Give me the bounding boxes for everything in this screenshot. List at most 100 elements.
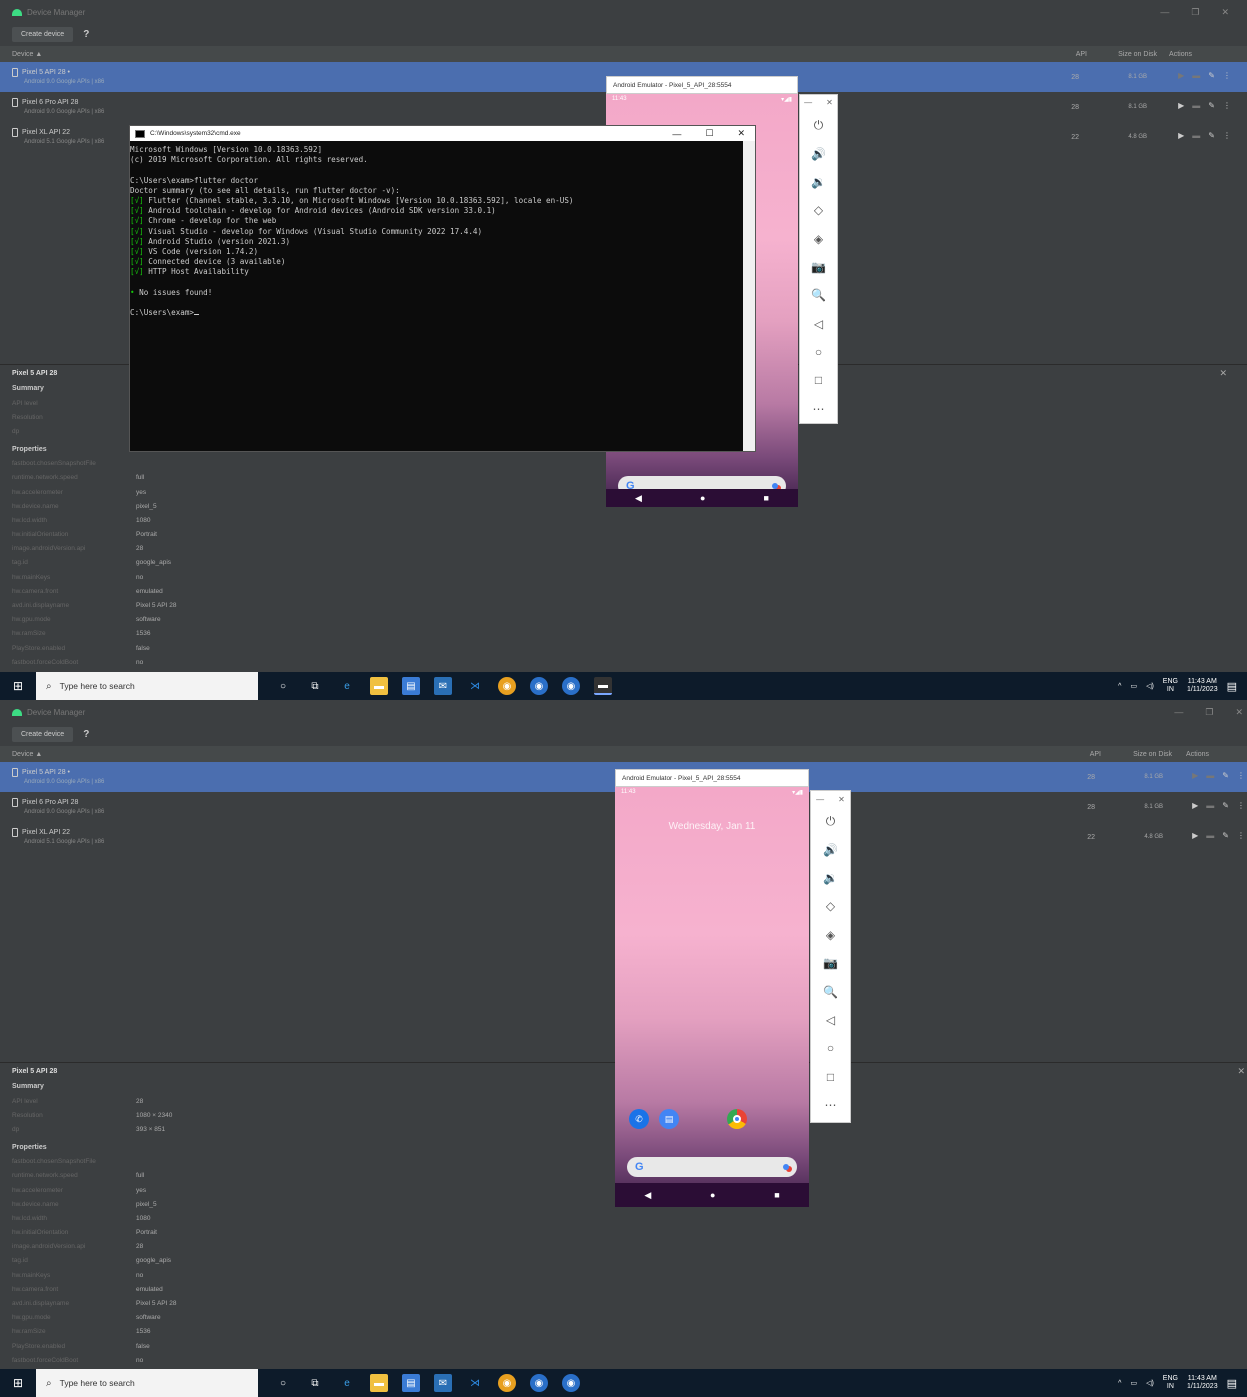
vscode-icon[interactable]: ⋊ xyxy=(466,677,484,695)
home-nav-icon[interactable]: ● xyxy=(700,493,705,503)
file-explorer-icon[interactable]: ▬ xyxy=(370,677,388,695)
camera-icon[interactable]: 📷 xyxy=(823,949,838,977)
more-options-icon[interactable]: ⋯ xyxy=(813,395,825,423)
edge-icon[interactable]: e xyxy=(338,677,356,695)
chrome-icon[interactable]: ◉ xyxy=(498,677,516,695)
cmd-minimize-button[interactable]: — xyxy=(672,129,681,139)
camera-icon[interactable]: 📷 xyxy=(811,253,826,281)
play-icon[interactable]: ▶ xyxy=(1192,771,1198,780)
overview-icon[interactable]: □ xyxy=(815,366,822,394)
more-icon[interactable]: ⋮ xyxy=(1237,771,1245,780)
volume-up-icon[interactable]: 🔊 xyxy=(823,835,838,863)
power-icon[interactable]: ⏻ xyxy=(826,807,836,835)
column-size[interactable]: Size on Disk xyxy=(1133,751,1172,758)
back-nav-icon[interactable]: ◀ xyxy=(635,493,642,504)
create-device-button[interactable]: Create device xyxy=(12,26,74,42)
messages-app-icon[interactable]: ▤ xyxy=(659,1109,679,1129)
edit-icon[interactable]: ✎ xyxy=(1222,831,1229,840)
edit-icon[interactable]: ✎ xyxy=(1222,801,1229,810)
volume-up-icon[interactable]: 🔊 xyxy=(811,139,826,167)
edit-icon[interactable]: ✎ xyxy=(1208,131,1215,140)
play-icon[interactable]: ▶ xyxy=(1178,71,1184,80)
cmd-scrollbar[interactable] xyxy=(743,141,755,451)
cmd-taskbar-icon[interactable]: ▬ xyxy=(594,677,612,695)
folder-icon[interactable]: ▬ xyxy=(1192,131,1200,140)
back-nav-icon[interactable]: ◀ xyxy=(644,1190,651,1201)
more-icon[interactable]: ⋮ xyxy=(1223,71,1231,80)
vscode-icon[interactable]: ⋊ xyxy=(466,1374,484,1392)
overview-icon[interactable]: □ xyxy=(827,1063,834,1091)
app-icon[interactable]: ◉ xyxy=(530,677,548,695)
close-button[interactable]: ✕ xyxy=(1235,707,1243,718)
task-view-icon[interactable]: ⧉ xyxy=(306,677,324,695)
play-icon[interactable]: ▶ xyxy=(1192,801,1198,810)
column-api[interactable]: API xyxy=(1090,751,1101,758)
rotate-right-icon[interactable]: ◈ xyxy=(814,224,823,252)
store-icon[interactable]: ▤ xyxy=(402,1374,420,1392)
zoom-icon[interactable]: 🔍 xyxy=(823,977,838,1005)
rotate-right-icon[interactable]: ◈ xyxy=(826,921,835,949)
volume-down-icon[interactable]: 🔉 xyxy=(823,864,838,892)
tray-chevron-icon[interactable]: ^ xyxy=(1118,1380,1121,1387)
edit-icon[interactable]: ✎ xyxy=(1222,771,1229,780)
network-icon[interactable]: ▭ xyxy=(1130,682,1137,690)
zoom-icon[interactable]: 🔍 xyxy=(811,281,826,309)
back-icon[interactable]: ◁ xyxy=(814,310,823,338)
column-device[interactable]: Device ▲ xyxy=(12,51,42,58)
maximize-button[interactable]: ❐ xyxy=(1205,707,1213,718)
more-icon[interactable]: ⋮ xyxy=(1223,101,1231,110)
create-device-button[interactable]: Create device xyxy=(12,726,74,742)
recents-nav-icon[interactable]: ■ xyxy=(764,493,769,503)
windows-start-icon[interactable]: ⊞ xyxy=(0,679,36,693)
folder-icon[interactable]: ▬ xyxy=(1192,101,1200,110)
maximize-button[interactable]: ❐ xyxy=(1191,7,1199,18)
cortana-icon[interactable]: ○ xyxy=(274,1374,292,1392)
edit-icon[interactable]: ✎ xyxy=(1208,71,1215,80)
folder-icon[interactable]: ▬ xyxy=(1206,771,1214,780)
edge-icon[interactable]: e xyxy=(338,1374,356,1392)
cmd-close-button[interactable]: ✕ xyxy=(737,128,745,139)
cmd-maximize-button[interactable]: ☐ xyxy=(705,128,713,139)
play-icon[interactable]: ▶ xyxy=(1192,831,1198,840)
more-icon[interactable]: ⋮ xyxy=(1237,801,1245,810)
cortana-icon[interactable]: ○ xyxy=(274,677,292,695)
close-icon[interactable]: ✕ xyxy=(1219,368,1227,379)
more-icon[interactable]: ⋮ xyxy=(1223,131,1231,140)
file-explorer-icon[interactable]: ▬ xyxy=(370,1374,388,1392)
power-icon[interactable]: ⏻ xyxy=(814,111,824,139)
mail-icon[interactable]: ✉ xyxy=(434,677,452,695)
more-icon[interactable]: ⋮ xyxy=(1237,831,1245,840)
volume-down-icon[interactable]: 🔉 xyxy=(811,168,826,196)
cmd-window[interactable]: C:\Windows\system32\cmd.exe — ☐ ✕ Micros… xyxy=(129,125,756,452)
emu-close-button[interactable]: ✕ xyxy=(838,795,845,804)
language-indicator[interactable]: ENG IN xyxy=(1163,1375,1178,1391)
clock[interactable]: 11:43 AM 1/11/2023 xyxy=(1187,1375,1218,1391)
mail-icon[interactable]: ✉ xyxy=(434,1374,452,1392)
emu-close-button[interactable]: ✕ xyxy=(826,98,833,107)
help-button[interactable]: ? xyxy=(83,29,89,40)
back-icon[interactable]: ◁ xyxy=(826,1006,835,1034)
network-icon[interactable]: ▭ xyxy=(1130,1379,1137,1387)
taskbar-search[interactable]: ⌕ Type here to search xyxy=(36,1369,258,1397)
clock[interactable]: 11:43 AM 1/11/2023 xyxy=(1187,678,1218,694)
chrome-app-icon[interactable] xyxy=(727,1109,747,1129)
windows-start-icon[interactable]: ⊞ xyxy=(0,1376,36,1390)
column-size[interactable]: Size on Disk xyxy=(1118,51,1157,58)
task-view-icon[interactable]: ⧉ xyxy=(306,1374,324,1392)
speaker-icon[interactable]: ◁) xyxy=(1146,682,1154,690)
edit-icon[interactable]: ✎ xyxy=(1208,101,1215,110)
app-icon[interactable]: ◉ xyxy=(530,1374,548,1392)
column-api[interactable]: API xyxy=(1076,51,1087,58)
notifications-icon[interactable]: ▤ xyxy=(1227,1377,1237,1390)
close-icon[interactable]: ✕ xyxy=(1237,1066,1245,1077)
speaker-icon[interactable]: ◁) xyxy=(1146,1379,1154,1387)
folder-icon[interactable]: ▬ xyxy=(1192,71,1200,80)
folder-icon[interactable]: ▬ xyxy=(1206,801,1214,810)
close-button[interactable]: ✕ xyxy=(1221,7,1229,18)
app-icon-2[interactable]: ◉ xyxy=(562,1374,580,1392)
minimize-button[interactable]: — xyxy=(1174,707,1183,717)
folder-icon[interactable]: ▬ xyxy=(1206,831,1214,840)
tray-chevron-icon[interactable]: ^ xyxy=(1118,683,1121,690)
phone-app-icon[interactable]: ✆ xyxy=(629,1109,649,1129)
home-icon[interactable]: ○ xyxy=(827,1034,834,1062)
